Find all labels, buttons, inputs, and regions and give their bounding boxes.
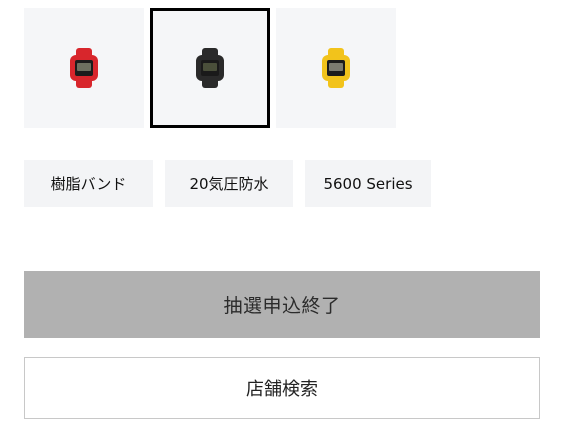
thumbnail-black-watch[interactable] <box>150 8 270 128</box>
tag-series[interactable]: 5600 Series <box>305 160 431 207</box>
thumbnail-red-watch[interactable] <box>24 8 144 128</box>
watch-yellow-icon <box>322 48 350 88</box>
feature-tags: 樹脂バンド 20気圧防水 5600 Series <box>24 160 443 207</box>
tag-water-resistance[interactable]: 20気圧防水 <box>165 160 293 207</box>
watch-black-icon <box>196 48 224 88</box>
tag-resin-band[interactable]: 樹脂バンド <box>24 160 153 207</box>
store-search-button[interactable]: 店舗検索 <box>24 357 540 419</box>
watch-red-icon <box>70 48 98 88</box>
product-thumbnails <box>24 8 396 128</box>
lottery-closed-button: 抽選申込終了 <box>24 271 540 338</box>
thumbnail-yellow-watch[interactable] <box>276 8 396 128</box>
